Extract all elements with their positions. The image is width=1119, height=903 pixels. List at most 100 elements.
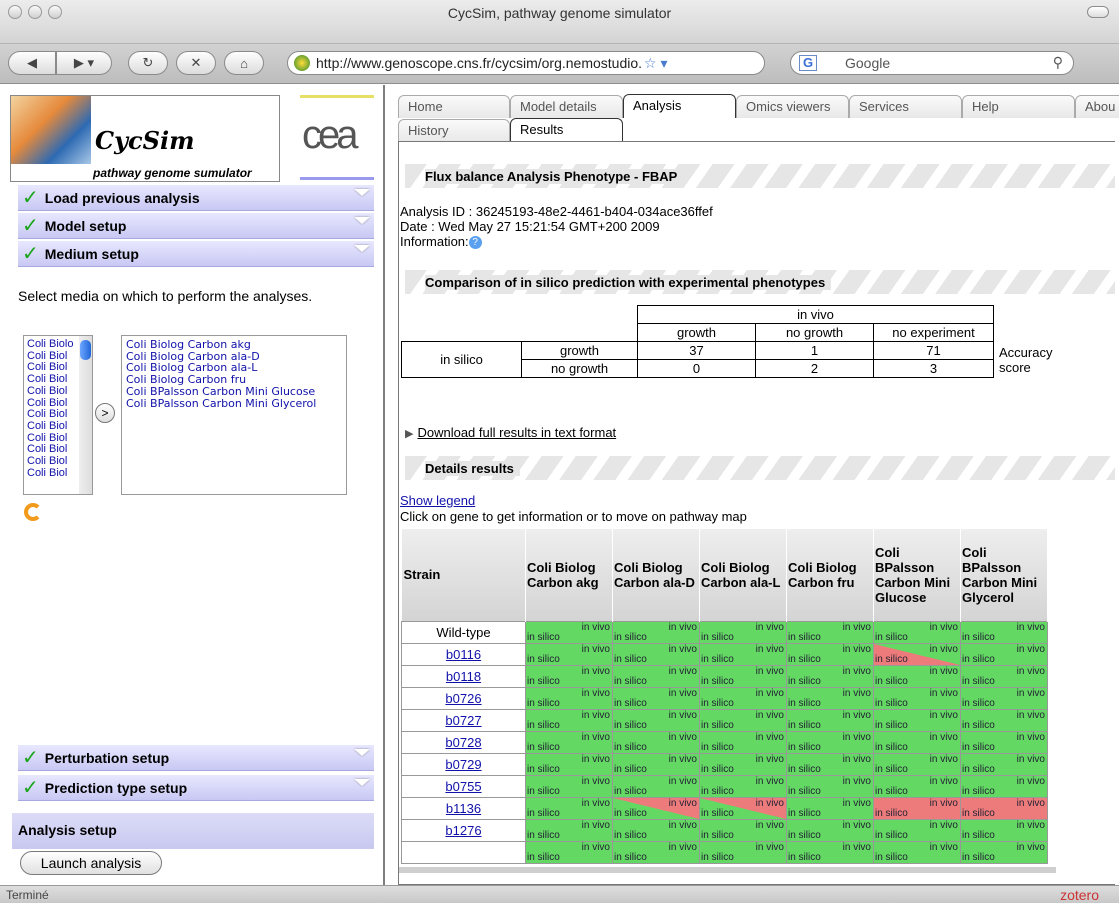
phenotype-cell[interactable]: in vivo in silico <box>612 730 700 754</box>
phenotype-cell[interactable]: in vivo in silico <box>786 642 874 666</box>
phenotype-cell[interactable]: in vivo in silico <box>612 620 700 644</box>
phenotype-cell[interactable]: in vivo in silico <box>786 840 874 864</box>
tab-omics-viewers[interactable]: Omics viewers <box>736 95 849 118</box>
url-bar[interactable]: http://www.genoscope.cns.fr/cycsim/org.n… <box>287 51 765 75</box>
available-media-list[interactable]: Coli Biolo Coli Biol Coli Biol Coli Biol… <box>23 335 93 495</box>
phenotype-cell[interactable]: in vivo in silico <box>612 686 700 710</box>
phenotype-cell[interactable]: in vivo in silico <box>699 774 787 798</box>
strain-link[interactable]: b0726 <box>445 691 481 706</box>
phenotype-cell[interactable]: in vivo in silico <box>525 840 613 864</box>
tab-help[interactable]: Help <box>962 95 1075 118</box>
phenotype-cell[interactable]: in vivo in silico <box>525 796 613 820</box>
section-model-setup[interactable]: ✓ Model setup <box>18 213 374 239</box>
strain-link[interactable]: b0728 <box>445 735 481 750</box>
phenotype-cell[interactable]: in vivo in silico <box>525 774 613 798</box>
zotero-icon[interactable]: zotero <box>1060 887 1099 903</box>
strain-link[interactable]: b0755 <box>445 779 481 794</box>
selected-media-list[interactable]: Coli Biolog Carbon akg Coli Biolog Carbo… <box>121 335 347 495</box>
phenotype-cell[interactable]: in vivo in silico <box>525 818 613 842</box>
phenotype-cell[interactable]: in vivo in silico <box>873 818 961 842</box>
search-input[interactable]: G Google ⚲ <box>790 51 1074 75</box>
phenotype-cell[interactable]: in vivo in silico <box>699 730 787 754</box>
home-button[interactable]: ⌂ <box>224 51 264 75</box>
google-icon[interactable]: G <box>799 55 817 71</box>
back-button[interactable]: ◀ <box>8 51 56 75</box>
phenotype-cell[interactable]: in vivo in silico <box>960 708 1048 732</box>
phenotype-cell[interactable]: in vivo in silico <box>786 818 874 842</box>
strain-link[interactable]: b0727 <box>445 713 481 728</box>
phenotype-cell[interactable]: in vivo in silico <box>960 840 1048 864</box>
strain-link[interactable]: b0116 <box>446 647 481 662</box>
launch-analysis-button[interactable]: Launch analysis <box>20 851 162 875</box>
phenotype-cell[interactable]: in vivo in silico <box>873 840 961 864</box>
tab-history[interactable]: History <box>398 119 510 142</box>
phenotype-cell[interactable]: in vivo in silico <box>786 664 874 688</box>
phenotype-cell[interactable]: in vivo in silico <box>960 686 1048 710</box>
phenotype-cell[interactable]: in vivo in silico <box>699 664 787 688</box>
tab-analysis[interactable]: Analysis <box>623 94 736 118</box>
phenotype-cell[interactable]: in vivo in silico <box>786 796 874 820</box>
tab-home[interactable]: Home <box>398 95 510 118</box>
list-item[interactable]: Coli BPalsson Carbon Mini Glucose <box>126 386 346 398</box>
phenotype-cell[interactable]: in vivo in silico <box>960 818 1048 842</box>
phenotype-cell[interactable]: in vivo in silico <box>960 752 1048 776</box>
phenotype-cell[interactable]: in vivo in silico <box>960 774 1048 798</box>
help-icon[interactable]: ? <box>468 236 482 250</box>
phenotype-cell[interactable]: in vivo in silico <box>786 774 874 798</box>
phenotype-cell[interactable]: in vivo in silico <box>699 840 787 864</box>
phenotype-cell[interactable]: in vivo in silico <box>525 730 613 754</box>
list-item[interactable]: Coli Biolog Carbon akg <box>126 339 346 351</box>
phenotype-cell[interactable]: in vivo in silico <box>612 708 700 732</box>
search-icon[interactable]: ⚲ <box>1053 54 1063 71</box>
phenotype-cell[interactable]: in vivo in silico <box>873 730 961 754</box>
download-link[interactable]: Download full results in text format <box>417 425 616 440</box>
phenotype-cell[interactable]: in vivo in silico <box>960 796 1048 820</box>
section-load-previous-analysis[interactable]: ✓ Load previous analysis <box>18 185 374 211</box>
section-prediction-type-setup[interactable]: ✓ Prediction type setup <box>18 775 374 801</box>
section-perturbation-setup[interactable]: ✓ Perturbation setup <box>18 745 374 771</box>
phenotype-cell[interactable]: in vivo in silico <box>612 664 700 688</box>
phenotype-cell[interactable]: in vivo in silico <box>699 796 787 820</box>
phenotype-cell[interactable]: in vivo in silico <box>873 642 961 666</box>
move-right-button[interactable]: > <box>95 403 115 423</box>
phenotype-cell[interactable]: in vivo in silico <box>873 620 961 644</box>
phenotype-cell[interactable]: in vivo in silico <box>525 642 613 666</box>
phenotype-cell[interactable]: in vivo in silico <box>960 730 1048 754</box>
phenotype-cell[interactable]: in vivo in silico <box>960 620 1048 644</box>
forward-button[interactable]: ▶ ▾ <box>56 51 112 75</box>
phenotype-cell[interactable]: in vivo in silico <box>699 752 787 776</box>
phenotype-cell[interactable]: in vivo in silico <box>873 686 961 710</box>
phenotype-cell[interactable]: in vivo in silico <box>525 752 613 776</box>
strain-link[interactable]: b1276 <box>445 823 481 838</box>
phenotype-cell[interactable]: in vivo in silico <box>699 686 787 710</box>
phenotype-cell[interactable]: in vivo in silico <box>699 818 787 842</box>
phenotype-cell[interactable]: in vivo in silico <box>699 642 787 666</box>
phenotype-cell[interactable]: in vivo in silico <box>960 664 1048 688</box>
phenotype-cell[interactable]: in vivo in silico <box>873 796 961 820</box>
tab-services[interactable]: Services <box>849 95 962 118</box>
section-medium-setup[interactable]: ✓ Medium setup <box>18 241 374 267</box>
phenotype-cell[interactable]: in vivo in silico <box>786 620 874 644</box>
show-legend-link[interactable]: Show legend <box>400 493 475 508</box>
expand-triangle-icon[interactable]: ▶ <box>405 428 413 440</box>
toolbar-toggle-button[interactable] <box>1087 6 1109 18</box>
phenotype-cell[interactable]: in vivo in silico <box>786 752 874 776</box>
phenotype-cell[interactable]: in vivo in silico <box>612 774 700 798</box>
phenotype-cell[interactable]: in vivo in silico <box>873 774 961 798</box>
phenotype-cell[interactable]: in vivo in silico <box>786 686 874 710</box>
phenotype-cell[interactable]: in vivo in silico <box>699 620 787 644</box>
phenotype-cell[interactable]: in vivo in silico <box>873 708 961 732</box>
tab-results[interactable]: Results <box>510 118 623 142</box>
scrollbar-thumb[interactable] <box>80 340 91 360</box>
strain-link[interactable]: b0729 <box>445 757 481 772</box>
phenotype-cell[interactable]: in vivo in silico <box>699 708 787 732</box>
phenotype-cell[interactable]: in vivo in silico <box>960 642 1048 666</box>
tab-model-details[interactable]: Model details <box>510 95 623 118</box>
strain-link[interactable]: b1136 <box>446 801 481 816</box>
phenotype-cell[interactable]: in vivo in silico <box>525 664 613 688</box>
reload-button[interactable]: ↻ <box>128 51 168 75</box>
phenotype-cell[interactable]: in vivo in silico <box>525 708 613 732</box>
refresh-icon[interactable] <box>24 503 42 521</box>
phenotype-cell[interactable]: in vivo in silico <box>612 818 700 842</box>
list-scrollbar[interactable] <box>79 336 92 494</box>
